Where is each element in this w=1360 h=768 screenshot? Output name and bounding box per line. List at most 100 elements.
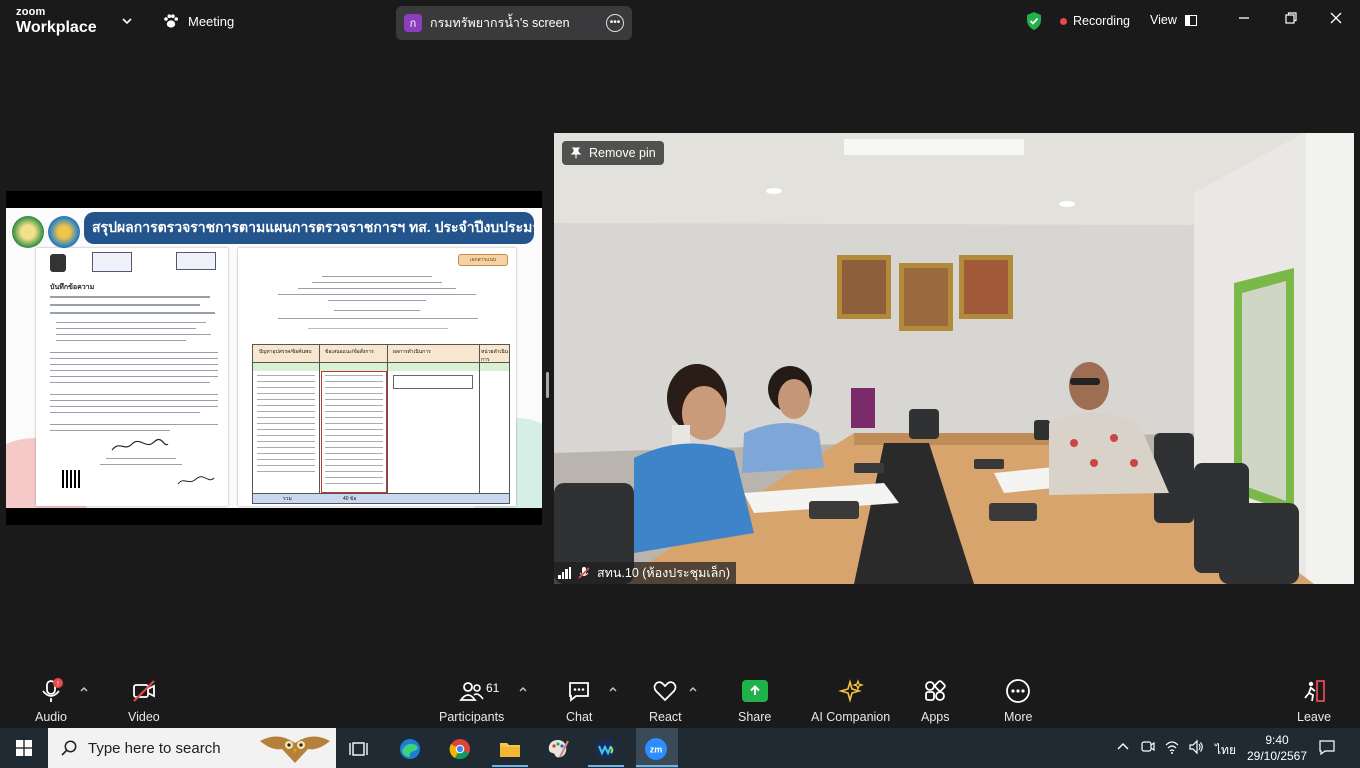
view-layout-icon [1184, 14, 1197, 26]
signal-strength-icon [558, 567, 571, 579]
svg-text:zm: zm [650, 745, 663, 755]
taskbar-file-explorer[interactable] [490, 734, 530, 764]
webex-icon [596, 739, 616, 759]
task-view-button[interactable] [340, 734, 380, 764]
meeting-top-bar: zoom Workplace Meeting ก กรมทรัพยากรน้ำ'… [0, 0, 1360, 44]
task-view-icon [349, 742, 368, 756]
meeting-label: Meeting [188, 13, 235, 29]
recording-label: Recording [1073, 14, 1130, 28]
chevron-up-icon[interactable] [608, 684, 618, 694]
screen-share-indicator[interactable]: ก กรมทรัพยากรน้ำ's screen ••• [396, 6, 632, 40]
video-button[interactable]: Video [128, 678, 160, 724]
restore-icon[interactable] [1283, 10, 1299, 26]
sharer-name: กรมทรัพยากรน้ำ's screen [430, 16, 570, 30]
audio-button[interactable]: ! Audio [35, 678, 67, 724]
taskbar-paint-app[interactable] [538, 734, 578, 764]
sharer-avatar: ก [404, 14, 422, 32]
table-cell-text [257, 375, 315, 475]
participant-name: สทน.10 (ห้องประชุมเล็ก) [597, 566, 731, 580]
more-button[interactable]: More [1004, 678, 1032, 724]
participants-icon [458, 682, 484, 701]
chat-label: Chat [566, 710, 593, 724]
search-highlight-owl-icon [260, 736, 330, 763]
share-label: Share [738, 710, 772, 724]
chevron-up-icon[interactable] [518, 684, 528, 694]
recording-dot-icon [1060, 17, 1067, 25]
taskbar-webex[interactable] [586, 734, 626, 764]
share-screen-button[interactable]: Share [738, 678, 771, 724]
participant-name-tag: สทน.10 (ห้องประชุมเล็ก) [554, 562, 737, 584]
remove-pin-label: Remove pin [589, 146, 656, 160]
zoom-meeting-window: zoom Workplace Meeting ก กรมทรัพยากรน้ำ'… [0, 0, 1360, 768]
recording-indicator[interactable]: Recording [1060, 14, 1130, 28]
meeting-menu[interactable]: Meeting [162, 12, 234, 30]
table-total-value: 40 ข้อ [343, 496, 357, 502]
more-dots-icon [1006, 679, 1031, 703]
folder-icon [500, 743, 520, 757]
windows-start-icon[interactable] [16, 740, 32, 756]
mic-muted-icon [578, 567, 590, 579]
view-menu[interactable]: View [1150, 13, 1197, 27]
video-off-icon [132, 680, 155, 702]
receipt-stamp [92, 252, 132, 272]
zoom-workplace-logo[interactable]: zoom Workplace [16, 7, 97, 36]
audio-label: Audio [35, 710, 67, 724]
encryption-shield-icon[interactable] [1025, 11, 1043, 31]
taskbar-edge[interactable] [390, 734, 430, 764]
volume-icon[interactable] [1188, 739, 1204, 755]
running-indicator [636, 765, 678, 767]
chevron-up-icon[interactable] [688, 684, 698, 694]
summary-table-document: เอกสารแนบ ปัญหาอุปสรรค/ข้อค้นพบ ข้อเสนอแ… [238, 248, 516, 506]
pin-icon [570, 147, 582, 159]
receipt-stamp [176, 252, 216, 270]
paint-palette-icon [548, 740, 569, 758]
garuda-emblem [50, 254, 66, 272]
apps-button[interactable]: Apps [921, 678, 950, 724]
chrome-browser-icon [449, 739, 470, 760]
attachment-stamp: เอกสารแนบ [458, 254, 508, 266]
memo-title: บันทึกข้อความ [50, 284, 95, 291]
chat-button[interactable]: Chat [566, 678, 592, 724]
microphone-icon: ! [42, 678, 63, 702]
running-indicator [492, 765, 528, 767]
qr-code [62, 470, 80, 488]
slide-banner-title: สรุปผลการตรวจราชการตามแผนการตรวจราชการฯ … [84, 212, 534, 244]
table-header-cell: ข้อเสนอแนะ/ข้อสั่งการ [325, 349, 374, 355]
more-options-icon[interactable]: ••• [606, 14, 624, 32]
edge-browser-icon [400, 739, 420, 759]
leave-button[interactable]: Leave [1297, 678, 1331, 724]
remove-pin-button[interactable]: Remove pin [562, 141, 664, 165]
meeting-room-scene [554, 133, 1354, 584]
minimize-icon[interactable] [1236, 10, 1252, 26]
notification-icon[interactable] [1318, 739, 1336, 756]
taskbar-clock[interactable]: 9:40 29/10/2567 [1246, 732, 1308, 764]
view-label: View [1150, 13, 1177, 27]
react-button[interactable]: React [649, 678, 682, 724]
meet-now-icon[interactable] [1140, 739, 1156, 755]
chevron-down-icon[interactable] [120, 14, 134, 28]
table-header-cell: ผลการดำเนินการ [393, 349, 431, 355]
shared-screen-view[interactable]: สรุปผลการตรวจราชการตามแผนการตรวจราชการฯ … [6, 191, 542, 525]
chevron-up-icon[interactable] [1115, 739, 1131, 755]
split-resize-handle[interactable] [546, 372, 549, 398]
sparkle-icon [837, 679, 864, 703]
table-header-cell: ปัญหาอุปสรรค/ข้อค้นพบ [259, 349, 312, 355]
ai-companion-button[interactable]: AI Companion [811, 678, 890, 724]
taskbar-chrome[interactable] [440, 734, 480, 764]
chevron-up-icon[interactable] [79, 684, 89, 694]
taskbar-zoom[interactable]: zm [636, 734, 676, 764]
heart-icon [653, 681, 677, 702]
share-arrow-icon [741, 680, 768, 702]
clock-time: 9:40 [1265, 733, 1289, 747]
close-icon[interactable] [1328, 10, 1344, 26]
pinned-video-tile[interactable]: Remove pin สทน.10 (ห้องประชุมเล็ก) [554, 133, 1354, 584]
wifi-icon[interactable] [1164, 739, 1180, 755]
leave-label: Leave [1297, 710, 1332, 724]
participant-count: 61 [486, 681, 500, 695]
input-language[interactable]: ไทย [1215, 741, 1236, 760]
signature-graphic [111, 438, 169, 451]
video-label: Video [128, 710, 160, 724]
table-cell-text [325, 375, 383, 485]
windows-taskbar: Type here to search zm ไทย 9:40 29/10/25… [0, 728, 1360, 768]
ministry-seal-logo [12, 216, 44, 248]
